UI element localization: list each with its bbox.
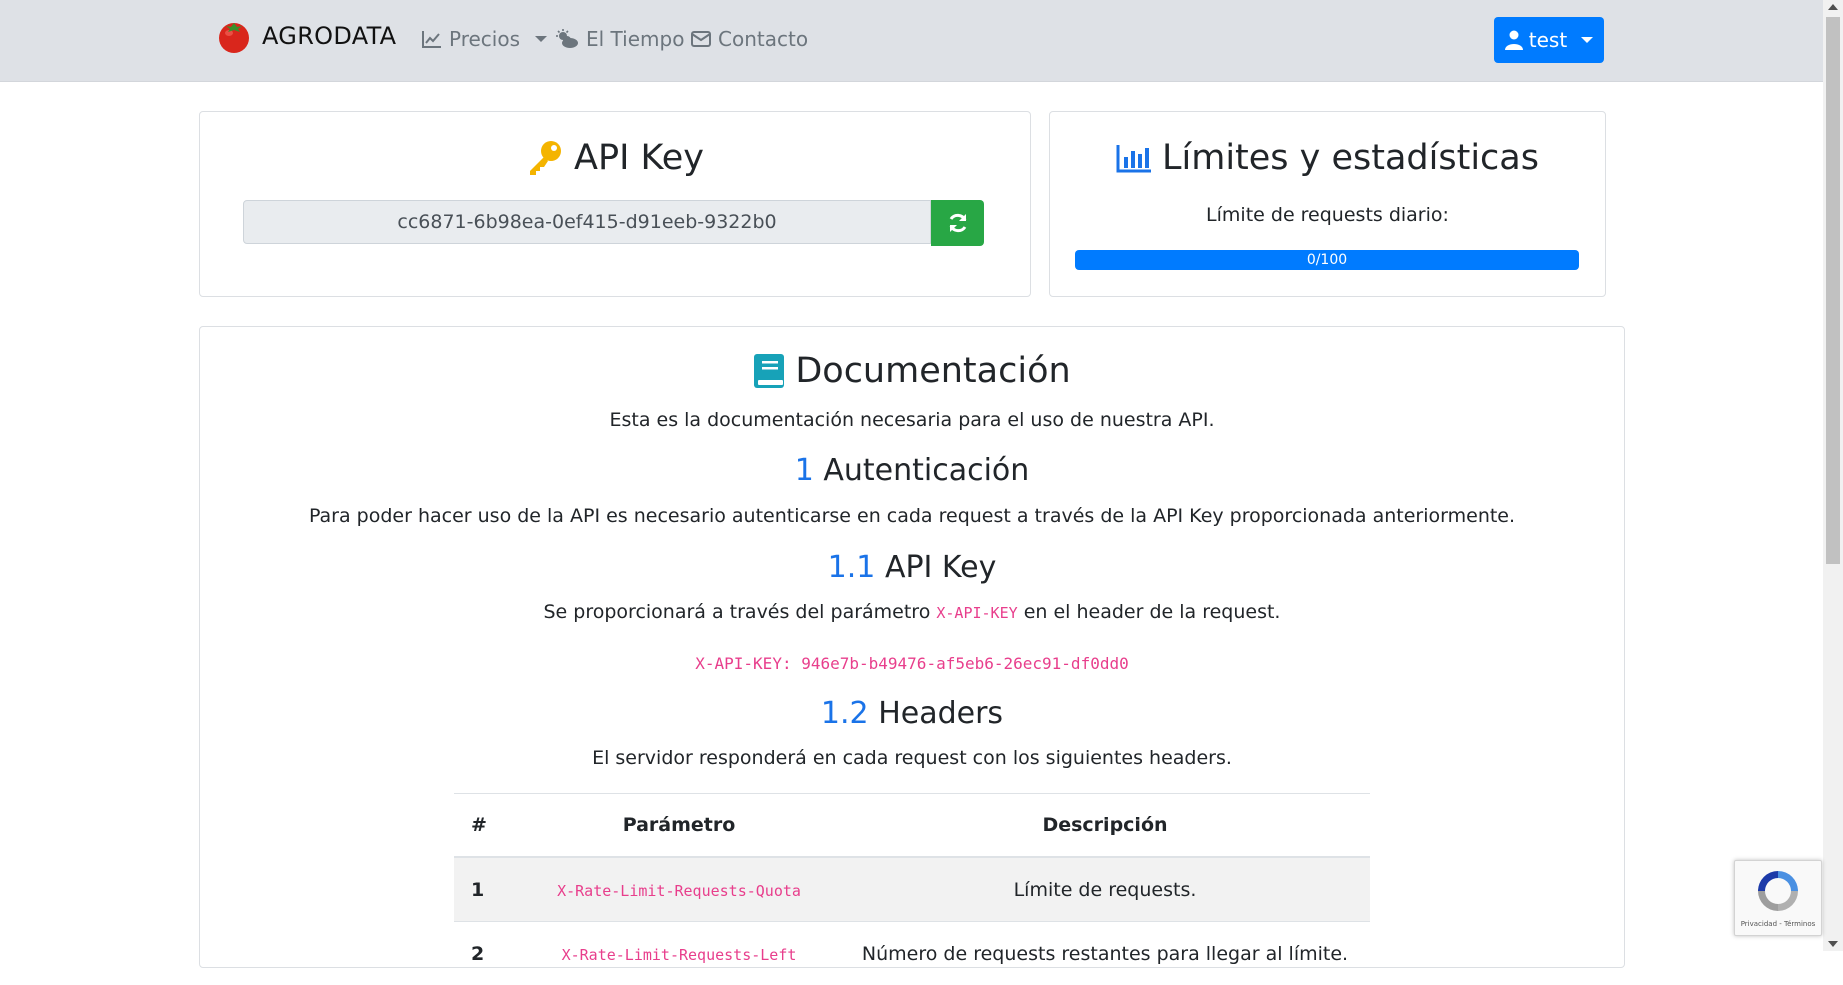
section-apikey-title: API Key (885, 550, 996, 585)
section-headers-text: El servidor responderá en cada request c… (200, 747, 1624, 769)
nav-precios-label: Precios (449, 27, 520, 51)
section-apikey-text: Se proporcionará a través del parámetro … (200, 601, 1624, 623)
nav-contacto-label: Contacto (718, 27, 808, 51)
header-description: Número de requests restantes para llegar… (840, 922, 1370, 985)
progress-label: 0/100 (1075, 250, 1579, 270)
row-number: 1 (454, 857, 518, 922)
limits-card: Límites y estadísticas Límite de request… (1049, 111, 1606, 297)
section-auth-number: 1 (795, 453, 814, 488)
page-scrollbar[interactable] (1823, 0, 1843, 951)
recaptcha-icon (1753, 867, 1803, 915)
key-icon (526, 139, 564, 177)
section-headers-number: 1.2 (821, 696, 869, 731)
chevron-down-icon (1581, 37, 1593, 43)
chart-line-icon (422, 30, 442, 48)
column-header: # (454, 794, 518, 858)
documentation-card: Documentación Esta es la documentación n… (199, 326, 1625, 968)
user-name-label: test (1529, 28, 1567, 52)
tomato-icon (216, 18, 252, 54)
table-header-row: # Parámetro Descripción (454, 794, 1370, 858)
api-key-heading: API Key (200, 138, 1030, 178)
row-number: 2 (454, 922, 518, 985)
section-auth-text: Para poder hacer uso de la API es necesa… (200, 505, 1624, 527)
scrollbar-thumb[interactable] (1826, 17, 1840, 564)
column-header: Descripción (840, 794, 1370, 858)
section-apikey-number: 1.1 (828, 550, 876, 585)
headers-table: # Parámetro Descripción 1 X-Rate-Limit-R… (454, 793, 1370, 985)
apikey-example-code: X-API-KEY: 946e7b-b49476-af5eb6-26ec91-d… (200, 654, 1624, 673)
user-menu-button[interactable]: test (1494, 17, 1604, 63)
daily-limit-label: Límite de requests diario: (1050, 204, 1605, 226)
documentation-heading: Documentación (200, 351, 1624, 391)
section-auth-title: Autenticación (823, 453, 1029, 488)
scroll-down-arrow-icon[interactable] (1828, 941, 1838, 947)
envelope-icon (691, 31, 711, 47)
apikey-text-before: Se proporcionará a través del parámetro (544, 601, 931, 623)
chevron-down-icon (535, 36, 547, 42)
user-icon (1505, 30, 1523, 50)
table-row: 2 X-Rate-Limit-Requests-Left Número de r… (454, 922, 1370, 985)
nav-precios-dropdown[interactable]: Precios (422, 27, 547, 51)
section-auth-heading: 1 Autenticación (200, 453, 1624, 488)
limits-heading: Límites y estadísticas (1050, 138, 1605, 178)
recaptcha-terms-text[interactable]: Privacidad - Términos (1735, 920, 1821, 928)
cloud-sun-icon (555, 29, 579, 49)
documentation-title: Documentación (795, 351, 1070, 391)
refresh-icon (947, 212, 969, 234)
refresh-api-key-button[interactable] (931, 200, 984, 246)
api-key-card: API Key cc6871-6b98ea-0ef415-d91eeb-9322… (199, 111, 1031, 297)
nav-el-tiempo-label: El Tiempo (586, 27, 684, 51)
section-headers-heading: 1.2 Headers (200, 696, 1624, 731)
nav-contacto-link[interactable]: Contacto (691, 27, 808, 51)
brand-name: AGRODATA (262, 22, 396, 50)
bar-chart-icon (1116, 143, 1152, 173)
api-key-field[interactable]: cc6871-6b98ea-0ef415-d91eeb-9322b0 (243, 200, 931, 244)
brand-logo-link[interactable]: AGRODATA (216, 18, 396, 54)
daily-requests-progress: 0/100 (1075, 250, 1579, 270)
documentation-intro: Esta es la documentación necesaria para … (200, 409, 1624, 431)
apikey-text-after: en el header de la request. (1024, 601, 1281, 623)
section-headers-title: Headers (878, 696, 1003, 731)
api-key-title: API Key (574, 138, 704, 178)
header-param-code: X-Rate-Limit-Requests-Quota (557, 882, 801, 900)
apikey-param-code: X-API-KEY (936, 604, 1017, 622)
header-description: Límite de requests. (840, 857, 1370, 922)
book-icon (753, 353, 785, 389)
top-navbar: AGRODATA Precios El Tiempo Contacto (0, 0, 1823, 82)
recaptcha-badge[interactable]: Privacidad - Términos (1734, 860, 1822, 936)
limits-title: Límites y estadísticas (1162, 138, 1539, 178)
section-apikey-heading: 1.1 API Key (200, 550, 1624, 585)
header-param-code: X-Rate-Limit-Requests-Left (562, 946, 797, 964)
scroll-up-arrow-icon[interactable] (1828, 4, 1838, 10)
column-header: Parámetro (518, 794, 840, 858)
nav-el-tiempo-link[interactable]: El Tiempo (555, 27, 684, 51)
table-row: 1 X-Rate-Limit-Requests-Quota Límite de … (454, 857, 1370, 922)
